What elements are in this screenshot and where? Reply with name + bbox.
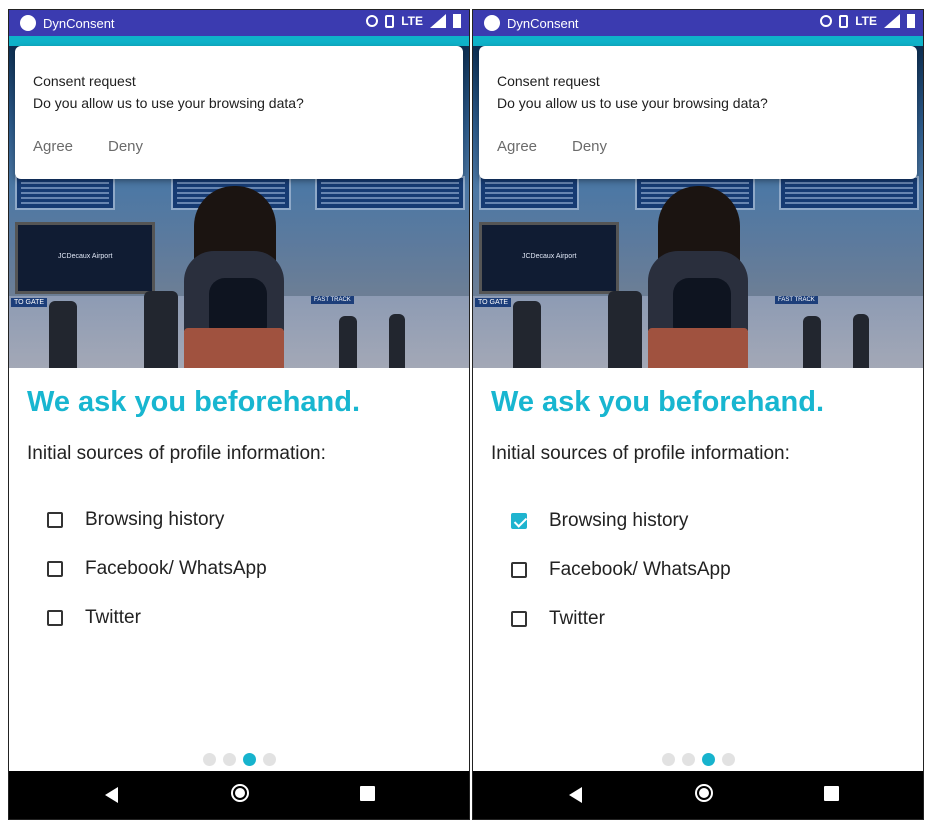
tv-screen: JCDecaux Airport (479, 222, 619, 294)
section-heading: Initial sources of profile information: (491, 443, 790, 464)
gate-sign: TO GATE (475, 298, 512, 307)
app-dot-icon (20, 15, 36, 31)
home-icon[interactable] (695, 784, 713, 802)
navigation-bar (9, 771, 469, 819)
notification-title: Consent request (33, 73, 136, 89)
status-app-name: DynConsent (43, 16, 115, 31)
phone-screen-right: DynConsent LTE JCDecaux Airport TO GATE … (472, 9, 924, 820)
page-dot[interactable] (262, 753, 276, 766)
gate-sign: TO GATE (11, 298, 48, 307)
traveler-figure (49, 301, 77, 368)
network-type: LTE (855, 14, 877, 28)
page-dot[interactable] (681, 753, 695, 766)
page-dot[interactable] (661, 753, 675, 766)
option-label: Browsing history (549, 510, 689, 531)
page-title: We ask you beforehand. (27, 386, 361, 418)
page-indicator (9, 753, 469, 766)
vibrate-icon (839, 14, 849, 28)
traveler-figure (853, 314, 869, 368)
option-twitter[interactable]: Twitter (47, 607, 141, 629)
checkbox[interactable] (511, 562, 527, 578)
agree-button[interactable]: Agree (497, 138, 537, 155)
option-label: Twitter (85, 607, 141, 628)
tv-screen: JCDecaux Airport (15, 222, 155, 294)
checkbox[interactable] (47, 610, 63, 626)
option-facebook-whatsapp[interactable]: Facebook/ WhatsApp (47, 558, 267, 580)
checkbox[interactable] (511, 611, 527, 627)
tv-text: JCDecaux Airport (58, 253, 113, 260)
notification-body: Do you allow us to use your browsing dat… (33, 95, 304, 111)
section-heading: Initial sources of profile information: (27, 443, 326, 464)
signal-icon (430, 14, 446, 28)
back-icon[interactable] (569, 787, 582, 803)
network-type: LTE (401, 14, 423, 28)
page-dot[interactable] (222, 753, 236, 766)
fast-track-sign: FAST TRACK (311, 296, 354, 304)
recents-icon[interactable] (360, 786, 375, 801)
alarm-icon (820, 15, 833, 27)
checkbox[interactable] (47, 512, 63, 528)
status-icons: LTE (366, 14, 461, 28)
page-dot[interactable] (202, 753, 216, 766)
page-dot-active[interactable] (701, 753, 715, 766)
checkbox-checked[interactable] (511, 513, 527, 529)
option-browsing-history[interactable]: Browsing history (511, 510, 688, 532)
consent-notification: Consent request Do you allow us to use y… (479, 46, 917, 179)
app-bar (473, 36, 923, 46)
home-icon[interactable] (231, 784, 249, 802)
traveler-figure (389, 314, 405, 368)
notification-body: Do you allow us to use your browsing dat… (497, 95, 768, 111)
page-dot[interactable] (721, 753, 735, 766)
status-bar: DynConsent LTE (473, 10, 923, 36)
option-label: Browsing history (85, 509, 225, 530)
option-twitter[interactable]: Twitter (511, 608, 605, 630)
option-label: Facebook/ WhatsApp (549, 559, 731, 580)
option-label: Facebook/ WhatsApp (85, 558, 267, 579)
woman-skirt (648, 328, 748, 368)
traveler-figure (803, 316, 821, 368)
option-label: Twitter (549, 608, 605, 629)
consent-notification: Consent request Do you allow us to use y… (15, 46, 463, 179)
checkbox[interactable] (47, 561, 63, 577)
status-icons: LTE (820, 14, 915, 28)
option-facebook-whatsapp[interactable]: Facebook/ WhatsApp (511, 559, 731, 581)
traveler-figure (144, 291, 178, 368)
page-indicator (473, 753, 923, 766)
status-app-name: DynConsent (507, 16, 579, 31)
traveler-figure (513, 301, 541, 368)
page-title: We ask you beforehand. (491, 386, 825, 418)
fast-track-sign: FAST TRACK (775, 296, 818, 304)
signal-icon (884, 14, 900, 28)
recents-icon[interactable] (824, 786, 839, 801)
screenshot-pair: DynConsent LTE JCDecaux Airport TO GATE … (0, 0, 925, 820)
navigation-bar (473, 771, 923, 819)
app-dot-icon (484, 15, 500, 31)
traveler-figure (339, 316, 357, 368)
departure-board (779, 176, 919, 210)
traveler-figure (608, 291, 642, 368)
status-bar: DynConsent LTE (9, 10, 469, 36)
departure-board (315, 176, 465, 210)
woman-skirt (184, 328, 284, 368)
battery-icon (453, 14, 461, 28)
agree-button[interactable]: Agree (33, 138, 73, 155)
alarm-icon (366, 15, 379, 27)
app-bar (9, 36, 469, 46)
back-icon[interactable] (105, 787, 118, 803)
departure-board (15, 176, 115, 210)
battery-icon (907, 14, 915, 28)
deny-button[interactable]: Deny (108, 138, 143, 155)
notification-title: Consent request (497, 73, 600, 89)
departure-board (479, 176, 579, 210)
phone-screen-left: DynConsent LTE JCDecaux Airport TO GATE … (8, 9, 470, 820)
vibrate-icon (385, 14, 395, 28)
page-dot-active[interactable] (242, 753, 256, 766)
option-browsing-history[interactable]: Browsing history (47, 509, 224, 531)
tv-text: JCDecaux Airport (522, 253, 577, 260)
deny-button[interactable]: Deny (572, 138, 607, 155)
